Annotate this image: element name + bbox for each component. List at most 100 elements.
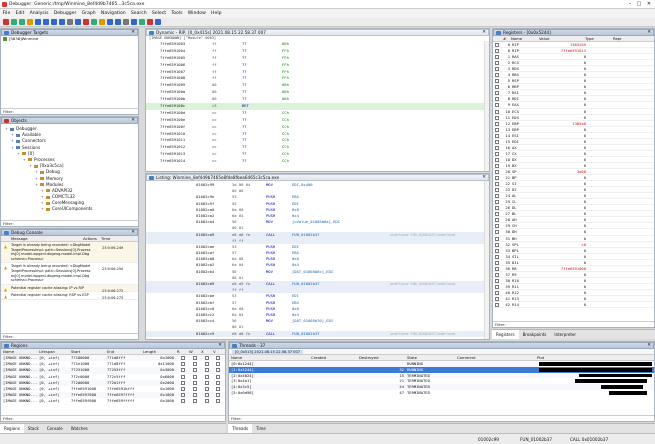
memory-row[interactable]: 7ffe6591010 cc?? CCh [146, 131, 489, 138]
checkbox-icon[interactable] [495, 303, 499, 308]
checkbox-icon[interactable] [495, 67, 499, 72]
tab-stack[interactable]: Stack [24, 424, 43, 433]
checkbox-icon[interactable] [495, 260, 499, 265]
permission-checkbox[interactable] [201, 398, 213, 404]
checkbox-icon[interactable] [205, 374, 209, 379]
checkbox-icon[interactable] [495, 200, 499, 205]
checkbox-icon[interactable] [205, 380, 209, 385]
permission-checkbox[interactable] [189, 398, 201, 404]
checkbox-icon[interactable] [216, 399, 220, 404]
checkbox-icon[interactable] [205, 356, 209, 360]
memory-row[interactable]: 7ffe6591013 cc?? CCh [146, 151, 489, 158]
checkbox-icon[interactable] [193, 362, 197, 367]
checkbox-icon[interactable] [193, 386, 197, 391]
memory-row[interactable]: 7ffe659100c c3 RET [146, 103, 489, 110]
checkbox-icon[interactable] [495, 103, 499, 108]
register-checkbox[interactable] [493, 302, 502, 308]
scrollbar[interactable] [484, 181, 489, 339]
checkbox-icon[interactable] [181, 399, 185, 404]
target-item[interactable]: [5838]Winmine [1, 36, 138, 43]
checkbox-icon[interactable] [216, 380, 220, 385]
lock-icon[interactable] [123, 19, 129, 25]
expand-icon[interactable]: + [41, 206, 44, 212]
console-row[interactable]: ▲ Potential register cache aliasing: IP v… [1, 284, 138, 293]
record-icon[interactable] [75, 19, 81, 25]
checkbox-icon[interactable] [495, 176, 499, 181]
checkbox-icon[interactable] [495, 182, 499, 187]
checkbox-icon[interactable] [495, 254, 499, 259]
operand[interactable]: FUN_01002b37 [292, 331, 390, 337]
checkbox-icon[interactable] [205, 368, 209, 373]
tab-breakpoints[interactable]: Breakpoints [519, 330, 551, 339]
checkbox-icon[interactable] [495, 79, 499, 84]
stop-icon[interactable] [147, 19, 153, 25]
checkbox-icon[interactable] [495, 278, 499, 283]
close-icon[interactable]: ✕ [647, 343, 651, 348]
tab-threads[interactable]: Threads [228, 424, 253, 433]
menu-item[interactable]: Analysis [27, 9, 51, 16]
checkbox-icon[interactable] [193, 356, 197, 360]
maximize-button[interactable]: □ [635, 1, 643, 7]
console-filter[interactable]: Filter: [1, 333, 138, 339]
regions-filter[interactable]: Filter: [1, 415, 225, 421]
memory-row[interactable]: 7ffe6591012 cc?? CCh [146, 144, 489, 151]
checkbox-icon[interactable] [495, 49, 499, 54]
checkbox-icon[interactable] [495, 73, 499, 78]
checkbox-icon[interactable] [495, 115, 499, 120]
checkbox-icon[interactable] [495, 127, 499, 132]
menu-item[interactable]: Window [185, 9, 208, 16]
go-to-icon[interactable] [107, 19, 113, 25]
checkbox-icon[interactable] [495, 43, 499, 47]
memory-row[interactable]: 7ffe659100d cc?? CCh [146, 110, 489, 117]
disconnect-icon[interactable] [51, 19, 57, 25]
memory-row[interactable]: 7ffe659100b 00?? 00h [146, 96, 489, 103]
checkbox-icon[interactable] [495, 290, 499, 295]
memory-row[interactable]: 7ffe659100f cc?? CCh [146, 124, 489, 131]
menu-item[interactable]: Tools [169, 9, 186, 16]
home-icon[interactable] [115, 19, 121, 25]
close-icon[interactable]: ✕ [131, 230, 135, 235]
checkbox-icon[interactable] [495, 266, 499, 271]
permission-checkbox[interactable] [213, 398, 223, 404]
checkbox-icon[interactable] [181, 368, 185, 373]
checkbox-icon[interactable] [495, 55, 499, 60]
close-icon[interactable]: ✕ [647, 30, 651, 35]
listing-row[interactable]: 01002cc9 e8 a8 fe CALL FUN_01002b37 undefine… [146, 330, 489, 337]
close-icon[interactable]: ✕ [131, 30, 135, 35]
checkbox-icon[interactable] [216, 393, 220, 398]
checkbox-icon[interactable] [193, 380, 197, 385]
close-icon[interactable]: ✕ [131, 118, 135, 123]
checkbox-icon[interactable] [495, 194, 499, 199]
interrupt-icon[interactable] [83, 19, 89, 25]
menu-item[interactable]: Graph [79, 9, 98, 16]
memory-row[interactable]: 7ffe6591009 00?? 00h [146, 82, 489, 89]
tab-console[interactable]: Console [43, 424, 67, 433]
thread-row[interactable]: [5:0x0d98] 47 TERMINATED [229, 389, 654, 396]
checkbox-icon[interactable] [495, 139, 499, 144]
region-row[interactable]: [IMAGE UNKNO... [0, +inf) 7ffe659f000 7ffe6… [1, 398, 225, 405]
checkbox-icon[interactable] [216, 362, 220, 367]
checkbox-icon[interactable] [193, 374, 197, 379]
close-icon[interactable]: ✕ [482, 175, 486, 180]
close-icon[interactable]: ✕ [218, 343, 222, 348]
memory-row[interactable]: 7ffe6591007 ff?? FFh [146, 69, 489, 76]
tab-interpreter[interactable]: Interpreter [550, 330, 580, 339]
checkbox-icon[interactable] [495, 188, 499, 193]
memory-row[interactable]: 7ffe6591004 ff?? FFh [146, 48, 489, 55]
register-value[interactable]: 0 [540, 302, 586, 308]
checkbox-icon[interactable] [205, 386, 209, 391]
checkbox-icon[interactable] [216, 386, 220, 391]
resume-icon[interactable] [11, 19, 17, 25]
tab-registers[interactable]: Registers [492, 330, 519, 339]
checkbox-icon[interactable] [495, 169, 499, 174]
checkbox-icon[interactable] [181, 380, 185, 385]
checkbox-icon[interactable] [216, 374, 220, 379]
checkbox-icon[interactable] [495, 206, 499, 211]
console-row[interactable]: ▲ Target is already being recorded: <DbgM… [1, 263, 138, 285]
checkbox-icon[interactable] [205, 362, 209, 367]
checkbox-icon[interactable] [495, 163, 499, 168]
console-row[interactable]: ▲ Target is already being recorded: <DbgM… [1, 242, 138, 264]
checkbox-icon[interactable] [216, 368, 220, 373]
checkbox-icon[interactable] [495, 109, 499, 114]
menu-item[interactable]: Select [149, 9, 168, 16]
